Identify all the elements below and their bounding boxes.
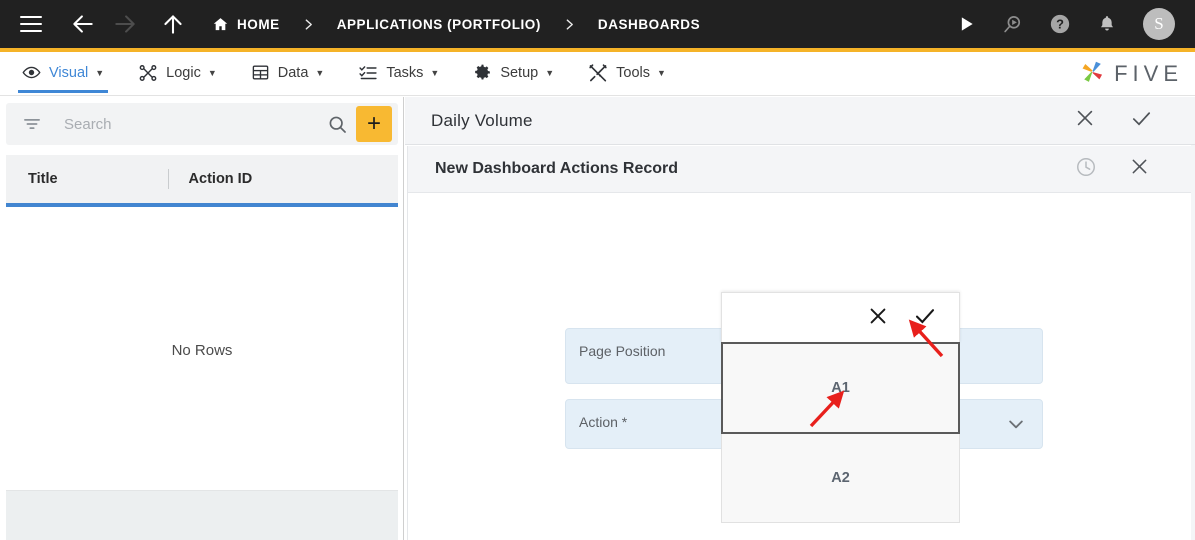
add-record-button[interactable]: + bbox=[356, 106, 392, 142]
search-run-icon[interactable] bbox=[1002, 14, 1023, 35]
search-input[interactable] bbox=[64, 115, 327, 133]
dropdown-option-a1[interactable]: A1 bbox=[721, 342, 960, 434]
grid-footer bbox=[6, 490, 398, 540]
records-list-panel: + Title Action ID No Rows bbox=[0, 97, 404, 540]
tab-setup[interactable]: Setup ▼ bbox=[469, 52, 558, 93]
close-icon[interactable] bbox=[1074, 107, 1096, 134]
chevron-down-icon: ▼ bbox=[657, 67, 666, 78]
run-icon[interactable] bbox=[956, 14, 976, 34]
chevron-down-icon: ▼ bbox=[95, 67, 105, 78]
eye-icon bbox=[22, 63, 41, 82]
breadcrumb-separator-icon bbox=[302, 18, 315, 31]
app-window: HOME APPLICATIONS (PORTFOLIO) DASHBOARDS bbox=[0, 0, 1195, 540]
module-tab-bar: Visual ▼ Logic ▼ Data ▼ Tasks ▼ Setup ▼ … bbox=[0, 52, 1195, 96]
right-edge-gutter bbox=[1191, 145, 1195, 540]
breadcrumb-item-applications[interactable]: APPLICATIONS (PORTFOLIO) bbox=[337, 17, 541, 32]
brand-logo: FIVE bbox=[1077, 52, 1195, 96]
dropdown-option-a1-label: A1 bbox=[831, 380, 850, 396]
chevron-down-icon: ▼ bbox=[207, 67, 217, 78]
five-pinwheel-logo-icon bbox=[1077, 57, 1107, 92]
record-header: New Dashboard Actions Record bbox=[407, 146, 1193, 193]
dropdown-confirm-icon[interactable] bbox=[913, 304, 937, 333]
user-avatar[interactable]: S bbox=[1143, 8, 1175, 40]
close-icon[interactable] bbox=[1129, 156, 1150, 182]
breadcrumb-label-home: HOME bbox=[237, 16, 280, 32]
action-dropdown-popup: A1 A2 bbox=[721, 292, 960, 523]
svg-text:?: ? bbox=[1056, 17, 1064, 32]
tab-tools[interactable]: Tools ▼ bbox=[584, 52, 670, 93]
search-icon[interactable] bbox=[327, 114, 348, 135]
tab-label-tools: Tools bbox=[616, 64, 650, 81]
tab-logic[interactable]: Logic ▼ bbox=[134, 52, 221, 93]
breadcrumb-item-home[interactable]: HOME bbox=[212, 16, 280, 33]
up-arrow-icon[interactable] bbox=[156, 7, 190, 41]
brand-wordmark: FIVE bbox=[1114, 61, 1183, 86]
history-clock-icon[interactable] bbox=[1075, 156, 1097, 183]
tab-label-tasks: Tasks bbox=[386, 64, 424, 81]
table-icon bbox=[251, 63, 270, 82]
dropdown-option-a2-label: A2 bbox=[831, 470, 850, 486]
tab-visual[interactable]: Visual ▼ bbox=[18, 52, 109, 93]
chevron-down-icon: ▼ bbox=[430, 67, 440, 78]
tab-label-visual: Visual bbox=[49, 64, 89, 81]
breadcrumb-label-dashboards: DASHBOARDS bbox=[597, 16, 701, 32]
help-icon[interactable]: ? bbox=[1049, 13, 1071, 35]
breadcrumb-label-applications: APPLICATIONS (PORTFOLIO) bbox=[336, 16, 541, 32]
grid-column-headers: Title Action ID bbox=[6, 155, 398, 207]
empty-state-message: No Rows bbox=[171, 341, 233, 359]
back-arrow-icon[interactable] bbox=[66, 7, 100, 41]
breadcrumb-separator-icon-2 bbox=[563, 18, 576, 31]
gear-icon bbox=[473, 63, 492, 82]
page-title: Daily Volume bbox=[431, 110, 533, 130]
column-header-action-id[interactable]: Action ID bbox=[189, 171, 253, 187]
confirm-check-icon[interactable] bbox=[1130, 107, 1153, 135]
column-divider[interactable] bbox=[167, 169, 169, 189]
notifications-bell-icon[interactable] bbox=[1097, 14, 1117, 34]
checklist-icon bbox=[358, 63, 378, 83]
page-position-label: Page Position bbox=[579, 343, 666, 359]
top-navigation-bar: HOME APPLICATIONS (PORTFOLIO) DASHBOARDS bbox=[0, 0, 1195, 48]
tab-label-logic: Logic bbox=[166, 64, 201, 81]
forward-arrow-icon bbox=[108, 7, 142, 41]
record-header-actions bbox=[1043, 156, 1192, 183]
record-title: New Dashboard Actions Record bbox=[435, 160, 679, 177]
home-icon bbox=[212, 16, 229, 33]
column-header-title[interactable]: Title bbox=[28, 171, 58, 187]
hamburger-menu-icon[interactable] bbox=[20, 16, 42, 32]
tab-tasks[interactable]: Tasks ▼ bbox=[354, 52, 443, 93]
form-header-actions bbox=[1040, 107, 1195, 135]
chevron-down-icon[interactable] bbox=[1006, 414, 1026, 434]
logic-icon bbox=[138, 63, 158, 83]
tools-icon bbox=[588, 63, 608, 83]
active-tab-underline bbox=[18, 90, 109, 93]
dropdown-cancel-icon[interactable] bbox=[867, 305, 889, 332]
chevron-down-icon: ▼ bbox=[315, 67, 325, 78]
tab-label-setup: Setup bbox=[500, 64, 539, 81]
form-header: Daily Volume bbox=[405, 97, 1195, 145]
breadcrumb-item-dashboards[interactable]: DASHBOARDS bbox=[598, 17, 700, 32]
search-bar: + bbox=[6, 103, 398, 145]
dropdown-toolbar bbox=[721, 292, 960, 343]
action-label: Action * bbox=[579, 414, 628, 430]
chevron-down-icon: ▼ bbox=[545, 67, 555, 78]
dropdown-option-a2[interactable]: A2 bbox=[721, 434, 960, 523]
tab-label-data: Data bbox=[277, 64, 309, 81]
tab-data[interactable]: Data ▼ bbox=[247, 52, 329, 93]
topbar-actions: ? S bbox=[930, 8, 1195, 40]
filter-icon[interactable] bbox=[22, 114, 42, 134]
